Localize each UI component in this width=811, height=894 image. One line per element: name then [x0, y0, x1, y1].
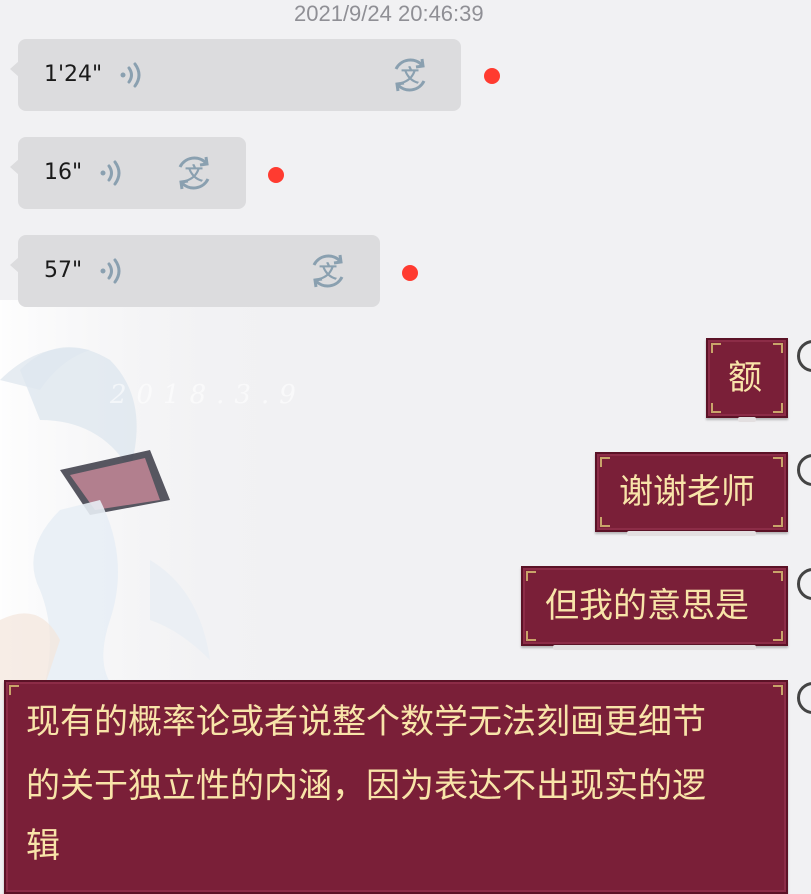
- user-avatar-edge[interactable]: [797, 682, 811, 714]
- voice-duration: 57": [44, 258, 83, 283]
- background-signature: 2018.3.9: [110, 380, 306, 410]
- user-avatar-edge[interactable]: [797, 568, 811, 600]
- unread-dot: [484, 68, 500, 84]
- bubble-ornament: [773, 517, 783, 527]
- bubble-ornament: [711, 403, 721, 413]
- background-character-art: [0, 300, 300, 700]
- speech-to-text-icon[interactable]: 文: [174, 153, 214, 193]
- svg-text:文: 文: [185, 163, 204, 185]
- bubble-ornament: [711, 343, 721, 353]
- voice-wave-icon: [100, 160, 121, 186]
- message-text: 但我的意思是: [545, 586, 749, 626]
- bubble-ornament: [773, 343, 783, 353]
- message-text: 额: [728, 358, 762, 398]
- message-text-line: 辑: [26, 826, 60, 866]
- user-avatar-edge[interactable]: [797, 340, 811, 372]
- user-avatar-edge[interactable]: [797, 454, 811, 486]
- unread-dot: [268, 167, 284, 183]
- bubble-ornament: [773, 685, 783, 695]
- voice-wave-icon: [100, 258, 121, 284]
- bubble-tail: [10, 159, 19, 175]
- bubble-ornament: [773, 631, 783, 641]
- bubble-ornament: [526, 571, 536, 581]
- bubble-shadow: [553, 645, 756, 650]
- message-timestamp: 2021/9/24 20:46:39: [294, 1, 484, 26]
- message-text: 谢谢老师: [619, 472, 755, 512]
- bubble-ornament: [773, 457, 783, 467]
- voice-duration: 16": [44, 160, 83, 185]
- speech-to-text-icon[interactable]: 文: [390, 55, 430, 95]
- bubble-ornament: [773, 403, 783, 413]
- voice-message[interactable]: 1'24" 文: [10, 39, 461, 111]
- bubble-shadow: [627, 531, 756, 536]
- sent-message-bubble[interactable]: 谢谢老师: [595, 452, 788, 536]
- bubble-ornament: [600, 517, 610, 527]
- sent-message-bubble[interactable]: 但我的意思是: [521, 566, 788, 650]
- voice-wave-icon: [120, 62, 141, 88]
- svg-text:文: 文: [319, 261, 338, 283]
- sent-message-bubble[interactable]: 额: [706, 338, 788, 422]
- sent-message-bubble[interactable]: 现有的概率论或者说整个数学无法刻画更细节 的关于独立性的内涵，因为表达不出现实的…: [4, 680, 788, 894]
- unread-dot: [402, 265, 418, 281]
- bubble-ornament: [526, 631, 536, 641]
- message-text-line: 的关于独立性的内涵，因为表达不出现实的逻: [26, 766, 706, 806]
- bubble-ornament: [600, 457, 610, 467]
- voice-message[interactable]: 16" 文: [10, 137, 246, 209]
- speech-to-text-icon[interactable]: 文: [308, 251, 348, 291]
- bubble-shadow: [738, 417, 756, 422]
- voice-message[interactable]: 57" 文: [10, 235, 380, 307]
- bubble-tail: [10, 61, 19, 77]
- voice-duration: 1'24": [44, 62, 103, 87]
- bubble-ornament: [9, 685, 19, 695]
- message-text-line: 现有的概率论或者说整个数学无法刻画更细节: [26, 702, 706, 742]
- svg-text:文: 文: [401, 65, 420, 87]
- bubble-ornament: [773, 571, 783, 581]
- bubble-tail: [10, 257, 19, 273]
